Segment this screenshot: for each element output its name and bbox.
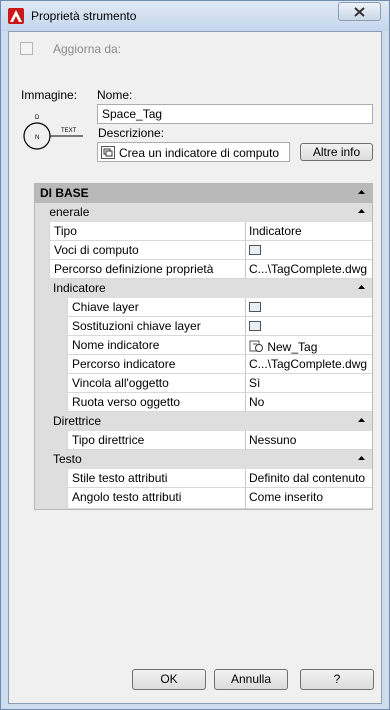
property-value[interactable]: Nessuno [246, 431, 372, 450]
description-icon [101, 146, 115, 162]
update-from-label: Aggiorna da: [53, 42, 122, 56]
cancel-button[interactable]: Annulla [214, 669, 288, 690]
title-bar: Proprietà strumento [1, 1, 389, 31]
section-header-label: DI BASE [40, 186, 89, 200]
image-label: Immagine: [21, 88, 78, 102]
list-icon[interactable] [249, 302, 261, 312]
property-name: Angolo testo attributi [67, 488, 246, 509]
property-name: Percorso definizione proprietà [49, 260, 246, 279]
update-from-checkbox[interactable] [20, 42, 33, 55]
category-direttrice[interactable]: Direttrice [49, 412, 372, 431]
property-name: Ruota verso oggetto [67, 393, 246, 412]
property-name: Vincola all'oggetto [67, 374, 246, 393]
more-info-button[interactable]: Altre info [300, 143, 373, 161]
property-value[interactable] [246, 241, 372, 260]
preview-text: TEXT [61, 128, 77, 134]
category-label: Indicatore [53, 281, 106, 295]
close-icon [354, 7, 365, 17]
property-value[interactable]: Definito dal contenuto [246, 469, 372, 488]
ok-button[interactable]: OK [132, 669, 206, 690]
property-value[interactable]: No [246, 393, 372, 412]
property-row[interactable]: Nome indicatore New_Tag [35, 336, 372, 355]
category-testo[interactable]: Testo [49, 450, 372, 469]
property-name: Percorso indicatore [67, 355, 246, 374]
property-value[interactable] [246, 317, 372, 336]
category-generale[interactable]: Generale [35, 203, 372, 222]
property-value[interactable]: C...\TagComplete.dwg [246, 260, 372, 279]
property-grid: DI BASE Generale Tipo Indicatore Voci di… [34, 183, 373, 510]
property-name: Chiave layer [67, 298, 246, 317]
property-name: Tipo [49, 222, 246, 241]
tag-name-value: New_Tag [267, 340, 318, 354]
list-icon[interactable] [249, 321, 261, 331]
description-field[interactable]: Crea un indicatore di computo [97, 142, 290, 162]
collapse-icon [358, 209, 365, 213]
property-row[interactable]: Percorso definizione proprietà C...\TagC… [35, 260, 372, 279]
collapse-icon [358, 418, 365, 422]
property-value[interactable]: New_Tag [246, 336, 372, 355]
description-text: Crea un indicatore di computo [119, 146, 280, 160]
dialog-window: Proprietà strumento Aggiorna da: Immagin… [0, 0, 390, 710]
property-value[interactable]: C...\TagComplete.dwg [246, 355, 372, 374]
close-button[interactable] [338, 2, 381, 21]
property-value[interactable]: Come inserito [246, 488, 372, 509]
property-row[interactable]: Percorso indicatore C...\TagComplete.dwg [35, 355, 372, 374]
property-row[interactable]: Chiave layer [35, 298, 372, 317]
collapse-icon [358, 285, 365, 289]
help-button[interactable]: ? [300, 669, 374, 690]
property-row[interactable]: Tipo direttrice Nessuno [35, 431, 372, 450]
preview-tag-text: D [35, 115, 40, 121]
window-title: Proprietà strumento [31, 9, 137, 23]
name-input[interactable] [97, 104, 373, 124]
tool-image-preview[interactable]: N D TEXT [21, 110, 83, 158]
property-name: Sostituzioni chiave layer [67, 317, 246, 336]
name-label: Nome: [97, 88, 133, 102]
property-row[interactable]: Sostituzioni chiave layer [35, 317, 372, 336]
property-value[interactable]: Indicatore [246, 222, 372, 241]
category-label: Testo [53, 452, 82, 466]
collapse-icon [358, 456, 365, 460]
property-row[interactable]: Vincola all'oggetto Sì [35, 374, 372, 393]
property-row[interactable]: Tipo Indicatore [35, 222, 372, 241]
category-label: Direttrice [53, 414, 102, 428]
property-name: Tipo direttrice [67, 431, 246, 450]
property-row[interactable]: Stile testo attributi Definito dal conte… [35, 469, 372, 488]
autocad-app-icon [8, 8, 24, 24]
property-row[interactable]: Ruota verso oggetto No [35, 393, 372, 412]
section-header-basic[interactable]: DI BASE [35, 184, 372, 203]
collapse-icon [358, 190, 365, 194]
property-name: Stile testo attributi [67, 469, 246, 488]
property-row[interactable]: Voci di computo [35, 241, 372, 260]
property-name: Nome indicatore [67, 336, 246, 355]
description-label: Descrizione: [98, 126, 165, 140]
property-row[interactable]: Angolo testo attributi Come inserito [35, 488, 372, 509]
category-indicatore[interactable]: Indicatore [49, 279, 372, 298]
property-name: Voci di computo [49, 241, 246, 260]
dialog-client: Aggiorna da: Immagine: N D TEXT Nome: De… [8, 31, 382, 704]
property-value[interactable] [246, 298, 372, 317]
tag-icon [249, 340, 263, 352]
list-icon[interactable] [249, 245, 261, 255]
property-value[interactable]: Sì [246, 374, 372, 393]
svg-text:N: N [35, 135, 39, 141]
